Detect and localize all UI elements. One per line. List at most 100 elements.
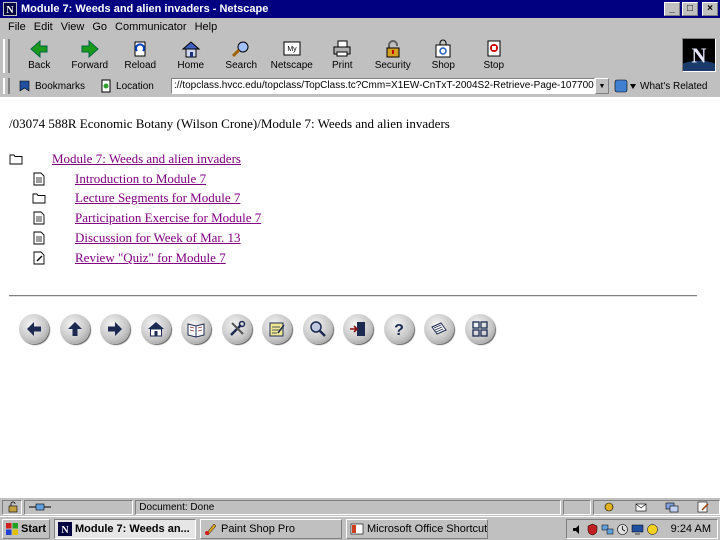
taskbar-clock[interactable]: 9:24 AM	[671, 523, 717, 535]
netscape-app-icon: N	[3, 2, 17, 16]
stop-icon	[487, 40, 501, 57]
task-office-shortcut-bar[interactable]: Microsoft Office Shortcut Bar	[346, 518, 488, 539]
menu-file[interactable]: File	[4, 21, 30, 33]
toolbar-grip[interactable]	[3, 39, 10, 73]
windows-taskbar: Start N Module 7: Weeds an... Paint Shop…	[0, 516, 720, 540]
window-title: Module 7: Weeds and alien invaders - Net…	[21, 3, 269, 15]
reload-button[interactable]: Reload	[115, 36, 166, 74]
online-status	[23, 499, 134, 515]
tree-item-discussion[interactable]: Discussion for Week of Mar. 13	[32, 229, 241, 247]
navigator-component-icon[interactable]	[602, 501, 616, 513]
nav-next-button[interactable]	[95, 311, 136, 347]
up-arrow-icon	[67, 322, 82, 336]
nav-home-button[interactable]	[136, 311, 177, 347]
exit-door-icon	[350, 322, 366, 336]
url-history-dropdown[interactable]: ▼	[595, 78, 609, 94]
search-button[interactable]: Search	[216, 36, 267, 74]
tree-item-participation-exercise[interactable]: Participation Exercise for Module 7	[32, 209, 261, 227]
svg-text:?: ?	[394, 322, 404, 339]
discussions-component-icon[interactable]	[665, 501, 679, 513]
tree-link-lecture-segments[interactable]: Lecture Segments for Module 7	[75, 190, 240, 206]
menu-go[interactable]: Go	[88, 21, 111, 33]
close-button[interactable]: ×	[702, 2, 718, 16]
stop-button[interactable]: Stop	[469, 36, 520, 74]
menu-help[interactable]: Help	[191, 21, 222, 33]
reload-icon	[134, 41, 146, 57]
mail-component-icon[interactable]	[634, 501, 648, 513]
home-button[interactable]: Home	[166, 36, 217, 74]
nav-tools-button[interactable]	[217, 311, 258, 347]
menu-edit[interactable]: Edit	[30, 21, 57, 33]
tree-item-lecture-segments[interactable]: Lecture Segments for Module 7	[32, 189, 240, 207]
horizontal-divider	[9, 295, 697, 297]
whats-related-button[interactable]: What's Related	[614, 78, 708, 94]
netscape-throbber-logo[interactable]: N	[682, 38, 716, 72]
page-content: /03074 588R Economic Botany (Wilson Cron…	[0, 97, 720, 498]
page-proxy-icon[interactable]	[99, 79, 113, 93]
forward-button[interactable]: Forward	[65, 36, 116, 74]
location-label: Location	[99, 79, 154, 93]
home-icon	[147, 322, 164, 337]
tree-link-review-quiz[interactable]: Review "Quiz" for Module 7	[75, 250, 226, 266]
shop-icon	[435, 39, 451, 58]
my-netscape-button[interactable]: My Netscape	[267, 36, 318, 74]
antivirus-icon[interactable]	[646, 523, 659, 536]
task-netscape[interactable]: N Module 7: Weeds an...	[54, 518, 196, 539]
start-button[interactable]: Start	[2, 518, 50, 539]
nav-syllabus-button[interactable]	[176, 311, 217, 347]
tree-item-introduction[interactable]: Introduction to Module 7	[32, 170, 206, 188]
svg-text:N: N	[6, 5, 14, 16]
back-arrow-icon	[30, 39, 48, 59]
notepad-icon	[269, 322, 285, 337]
shop-button[interactable]: Shop	[418, 36, 469, 74]
shield-icon[interactable]	[586, 523, 599, 536]
title-bar[interactable]: N Module 7: Weeds and alien invaders - N…	[0, 0, 720, 18]
document-icon	[33, 231, 45, 245]
location-grip[interactable]	[3, 78, 10, 94]
network-icon[interactable]	[601, 523, 614, 536]
bookmark-icon	[19, 80, 30, 92]
home-icon	[181, 41, 201, 58]
nav-notes-button[interactable]	[257, 311, 298, 347]
tree-item-module[interactable]: Module 7: Weeds and alien invaders	[9, 150, 241, 168]
task-paint-shop-pro[interactable]: Paint Shop Pro	[200, 518, 342, 539]
menu-communicator[interactable]: Communicator	[111, 21, 191, 33]
back-button[interactable]: Back	[14, 36, 65, 74]
document-icon	[33, 211, 45, 225]
tree-link-introduction[interactable]: Introduction to Module 7	[75, 171, 206, 187]
progress-indicator	[562, 499, 591, 515]
nav-overview-button[interactable]	[460, 311, 501, 347]
volume-icon[interactable]	[571, 523, 584, 536]
display-icon[interactable]	[631, 523, 644, 536]
maximize-button[interactable]: □	[682, 2, 698, 16]
tree-item-review-quiz[interactable]: Review "Quiz" for Module 7	[32, 249, 226, 267]
nav-exit-button[interactable]	[338, 311, 379, 347]
status-text: Document: Done	[135, 499, 561, 515]
tools-icon	[229, 320, 245, 336]
nav-help-button[interactable]: ?	[379, 311, 420, 347]
nav-notebook-button[interactable]	[419, 311, 460, 347]
navigation-toolbar: Back Forward Reload Home Search My Netsc…	[0, 36, 720, 76]
composer-component-icon[interactable]	[696, 501, 710, 513]
tree-link-participation-exercise[interactable]: Participation Exercise for Module 7	[75, 210, 261, 226]
previous-arrow-icon	[27, 322, 42, 336]
security-status[interactable]	[2, 499, 22, 515]
svg-text:N: N	[692, 46, 707, 68]
tree-link-discussion[interactable]: Discussion for Week of Mar. 13	[75, 230, 241, 246]
nav-search-button[interactable]	[298, 311, 339, 347]
tree-link-module[interactable]: Module 7: Weeds and alien invaders	[52, 151, 241, 167]
folder-icon	[9, 154, 23, 165]
nav-up-button[interactable]	[55, 311, 96, 347]
scheduler-icon[interactable]	[616, 523, 629, 536]
menu-view[interactable]: View	[57, 21, 89, 33]
print-button[interactable]: Print	[317, 36, 368, 74]
next-arrow-icon	[108, 322, 123, 336]
search-icon	[232, 41, 249, 58]
forward-arrow-icon	[81, 39, 99, 59]
security-button[interactable]: Security	[368, 36, 419, 74]
nav-previous-button[interactable]	[14, 311, 55, 347]
minimize-button[interactable]: _	[664, 2, 680, 16]
bookmarks-button[interactable]: Bookmarks	[18, 79, 85, 93]
printer-icon	[333, 40, 351, 57]
location-url-input[interactable]: ://topclass.hvcc.edu/topclass/TopClass.t…	[171, 78, 595, 94]
